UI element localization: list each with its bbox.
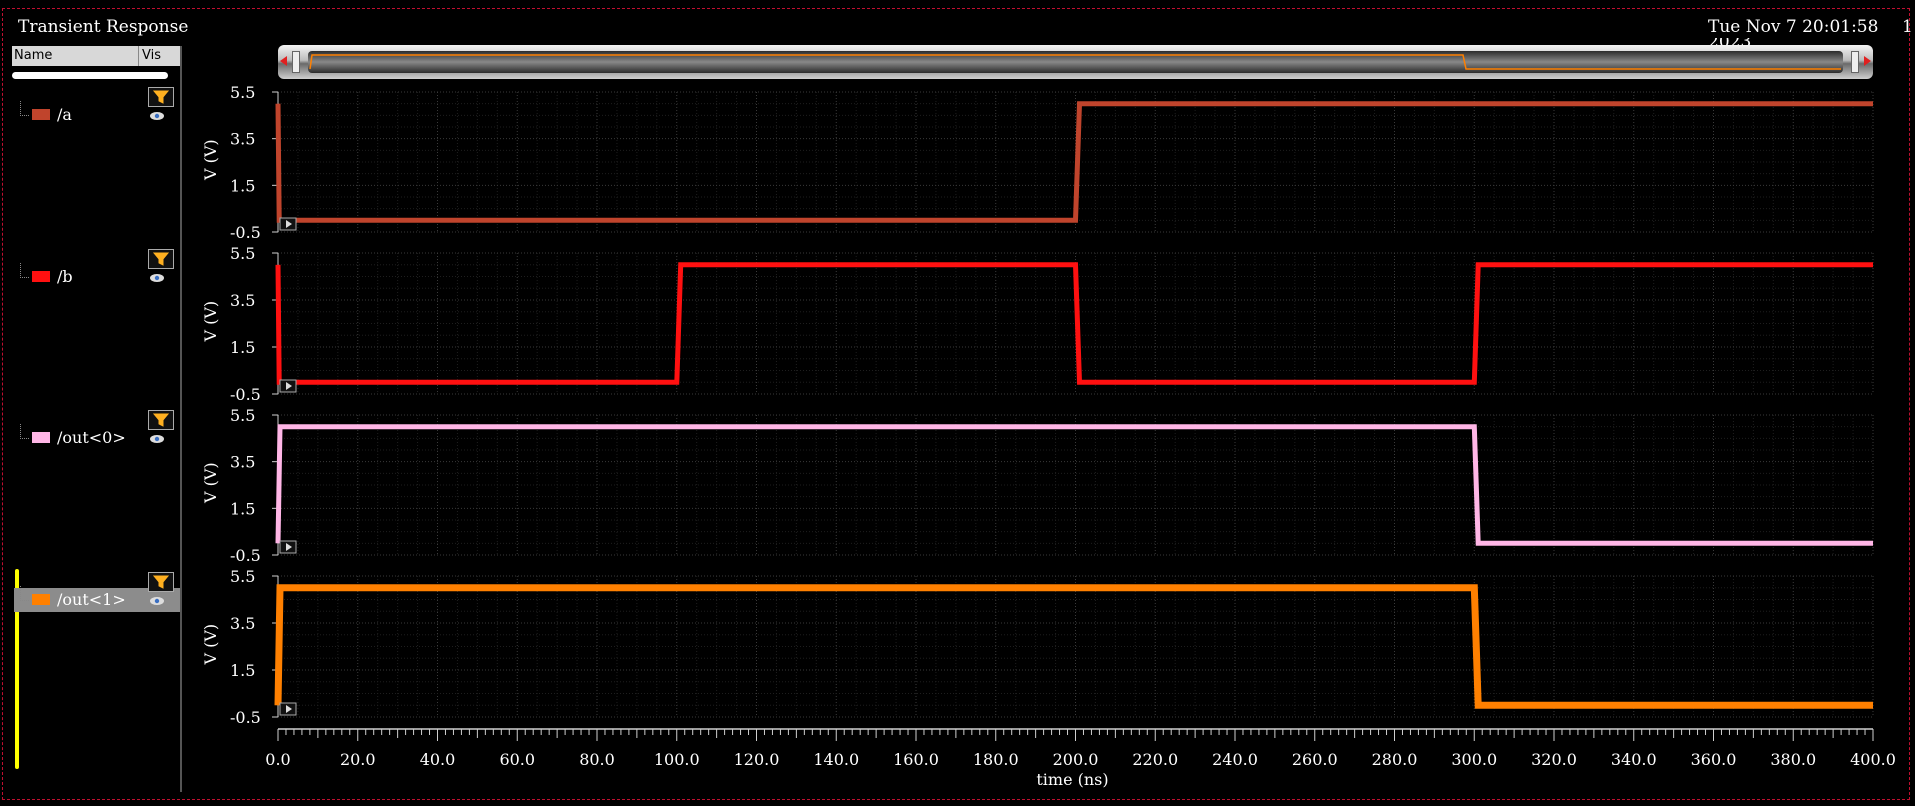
y-tick-label: 5.5 [230, 567, 255, 586]
y-tick-label: -0.5 [230, 546, 261, 565]
y-axis-label: V (V) [201, 301, 220, 343]
x-tick-label: 80.0 [579, 750, 615, 769]
y-tick-label: 1.5 [230, 176, 255, 195]
grid [277, 414, 1874, 556]
x-tick-label: 60.0 [499, 750, 535, 769]
y-tick-label: 5.5 [230, 83, 255, 102]
y-tick-label: 5.5 [230, 406, 255, 425]
x-tick-label: 100.0 [654, 750, 700, 769]
x-tick-label: 40.0 [420, 750, 456, 769]
y-tick-label: 1.5 [230, 499, 255, 518]
y-tick-label: 5.5 [230, 244, 255, 263]
x-tick-label: 220.0 [1132, 750, 1178, 769]
x-tick-label: 180.0 [973, 750, 1019, 769]
grid [277, 575, 1874, 718]
waveform-chart: 5.5 3.5 1.5 -0.5 V (V) 5.5 3.5 1.5 -0.5 V (V) 5.5 3… [201, 83, 1896, 789]
y-tick-label: -0.5 [230, 385, 261, 404]
x-tick-label: 0.0 [265, 750, 290, 769]
y-tick-label: 3.5 [230, 453, 255, 472]
x-tick-label: 300.0 [1451, 750, 1497, 769]
x-axis-label: time (ns) [1036, 770, 1108, 789]
y-axis-label: V (V) [201, 462, 220, 504]
y-tick-label: 3.5 [230, 130, 255, 149]
x-tick-label: 320.0 [1531, 750, 1577, 769]
x-tick-label: 380.0 [1770, 750, 1816, 769]
x-tick-label: 160.0 [893, 750, 939, 769]
x-tick-label: 400.0 [1850, 750, 1896, 769]
y-tick-label: 1.5 [230, 338, 255, 357]
x-tick-label: 140.0 [813, 750, 859, 769]
y-tick-label: 3.5 [230, 614, 255, 633]
y-tick-label: -0.5 [230, 223, 261, 242]
y-tick-label: 1.5 [230, 661, 255, 680]
x-tick-label: 20.0 [340, 750, 376, 769]
x-tick-label: 120.0 [734, 750, 780, 769]
x-tick-label: 280.0 [1372, 750, 1418, 769]
x-tick-label: 260.0 [1292, 750, 1338, 769]
x-tick-label: 360.0 [1691, 750, 1737, 769]
y-tick-label: 3.5 [230, 291, 255, 310]
x-tick-label: 240.0 [1212, 750, 1258, 769]
x-tick-label: 340.0 [1611, 750, 1657, 769]
y-tick-label: -0.5 [230, 708, 261, 727]
y-axis-label: V (V) [201, 624, 220, 666]
y-axis-label: V (V) [201, 139, 220, 181]
x-tick-label: 200.0 [1053, 750, 1099, 769]
